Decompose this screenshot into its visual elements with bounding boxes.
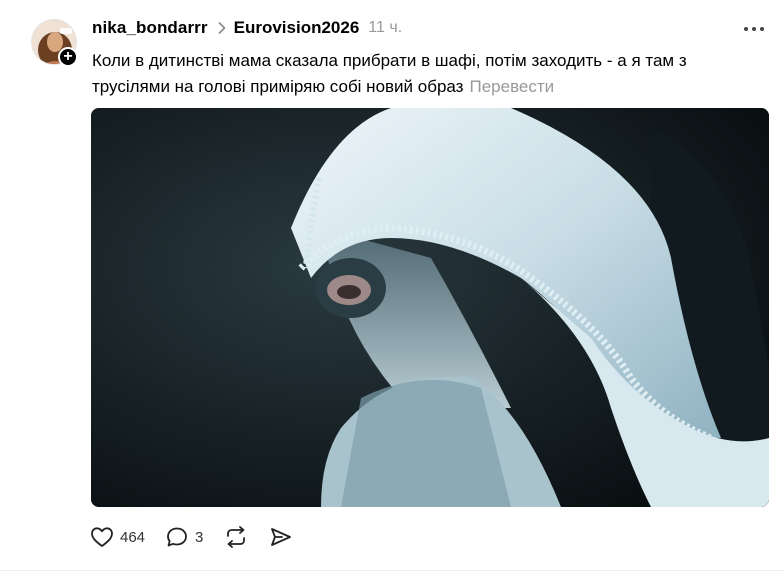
like-button[interactable]: 464 xyxy=(90,526,145,548)
post-body: Коли в дитинстві мама сказала прибрати в… xyxy=(92,48,762,100)
like-count: 464 xyxy=(120,528,146,546)
send-icon xyxy=(271,528,292,546)
chevron-right-icon xyxy=(218,22,226,34)
post-text: Коли в дитинстві мама сказала прибрати в… xyxy=(92,51,687,96)
comment-count: 3 xyxy=(195,528,204,546)
heart-icon xyxy=(91,527,113,547)
repost-button[interactable] xyxy=(223,525,249,549)
community-link[interactable]: Eurovision2026 xyxy=(234,18,360,38)
post-header: nika_bondarrr Eurovision2026 11 ч. xyxy=(92,17,402,39)
post-time[interactable]: 11 ч. xyxy=(368,19,402,37)
plus-icon[interactable]: + xyxy=(58,47,78,67)
speech-bubble-icon xyxy=(167,527,187,547)
share-button[interactable] xyxy=(269,526,293,548)
more-horizontal-icon[interactable] xyxy=(744,24,770,34)
post-divider xyxy=(0,570,784,571)
comment-button[interactable]: 3 xyxy=(165,526,203,548)
translate-link[interactable]: Перевести xyxy=(469,77,554,96)
username[interactable]: nika_bondarrr xyxy=(92,18,208,38)
post-photo xyxy=(91,108,769,507)
action-bar: 464 3 xyxy=(90,524,313,550)
post-image[interactable] xyxy=(91,108,769,507)
repost-icon xyxy=(227,526,246,548)
